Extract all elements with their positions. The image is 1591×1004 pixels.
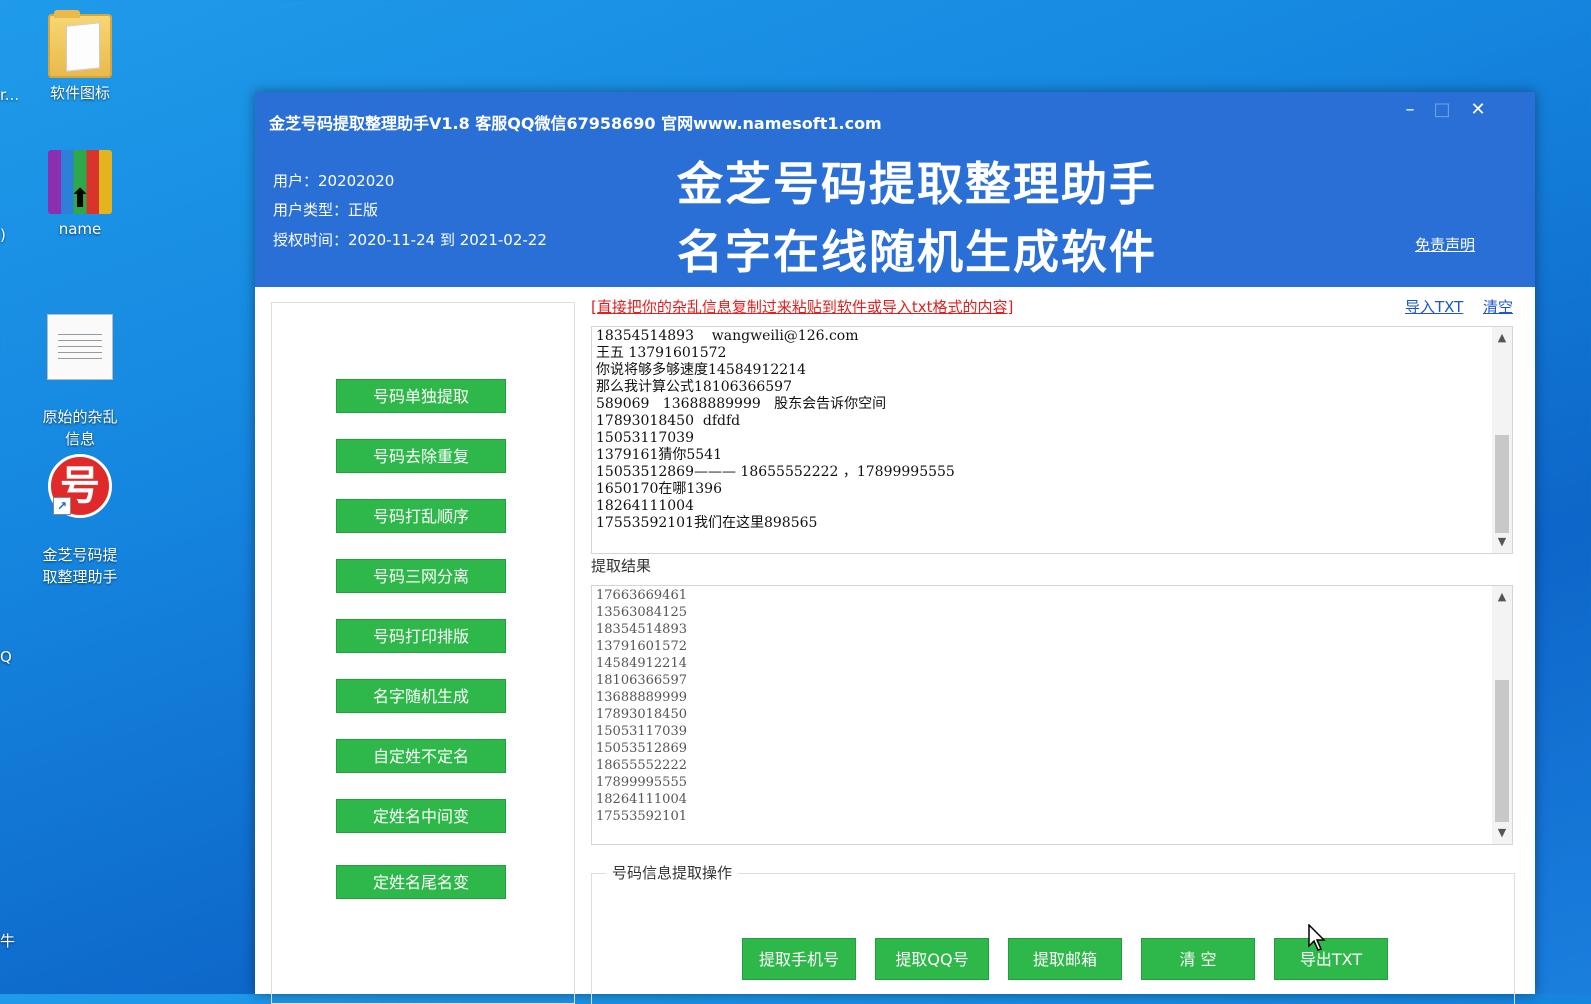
text-line: 15053512869——— 18655552222 ，17899995555 — [596, 464, 955, 480]
app-logo-icon: 号 ↗ — [48, 454, 112, 518]
archive-icon — [48, 150, 112, 214]
input-hint: [直接把你的杂乱信息复制过来粘贴到软件或导入txt格式的内容] — [591, 298, 1014, 316]
app-window: 金芝号码提取整理助手V1.8 客服QQ微信67958690 官网www.name… — [255, 92, 1535, 1004]
shortcut-arrow-icon: ↗ — [53, 497, 71, 515]
text-line: 17553592101 — [596, 809, 687, 824]
desktop-edge-label: ) — [0, 226, 6, 244]
minimize-button[interactable]: – — [1396, 98, 1424, 122]
disclaimer-link[interactable]: 免责声明 — [1415, 234, 1475, 255]
close-button[interactable]: ✕ — [1464, 98, 1492, 122]
clear-button[interactable]: 清 空 — [1141, 938, 1255, 980]
window-header: 金芝号码提取整理助手V1.8 客服QQ微信67958690 官网www.name… — [255, 92, 1535, 287]
desktop-icon-label: name — [58, 220, 102, 238]
desktop-icon-app-shortcut[interactable]: 号 ↗ 金芝号码提 取整理助手 — [30, 432, 130, 610]
text-line: 那么我计算公式18106366597 — [596, 379, 792, 395]
random-name-button[interactable]: 名字随机生成 — [336, 679, 506, 713]
shuffle-numbers-button[interactable]: 号码打乱顺序 — [336, 499, 506, 533]
desktop-edge-label: r... — [0, 86, 20, 104]
text-line: 18354514893 — [596, 622, 687, 637]
maximize-button[interactable]: □ — [1428, 98, 1456, 122]
text-line: 13688889999 — [596, 690, 687, 705]
scroll-down-icon[interactable]: ▼ — [1492, 533, 1512, 551]
headline-secondary: 名字在线随机生成软件 — [677, 225, 1157, 279]
text-line: 18264111004 — [596, 498, 694, 514]
text-line: 17553592101我们在这里898565 — [596, 515, 818, 531]
text-file-icon — [47, 314, 113, 380]
result-scrollbar[interactable]: ▲ ▼ — [1492, 586, 1512, 844]
fixed-name-last-button[interactable]: 定姓名尾名变 — [336, 865, 506, 899]
result-label: 提取结果 — [591, 557, 652, 575]
text-line: 13791601572 — [596, 639, 687, 654]
import-txt-link[interactable]: 导入TXT — [1405, 296, 1463, 317]
text-line: 18354514893 wangweili@126.com — [596, 328, 859, 344]
raw-input-textarea[interactable]: 18354514893 wangweili@126.com 王五 13791601… — [591, 326, 1513, 554]
text-line: 14584912214 — [596, 656, 687, 671]
dedupe-numbers-button[interactable]: 号码去除重复 — [336, 439, 506, 473]
fixed-name-middle-button[interactable]: 定姓名中间变 — [336, 799, 506, 833]
user-id: 用户：20202020 — [273, 172, 395, 190]
text-line: 15053117039 — [596, 724, 687, 739]
text-line: 1379161猜你5541 — [596, 447, 722, 463]
scroll-thumb[interactable] — [1495, 680, 1509, 822]
print-layout-button[interactable]: 号码打印排版 — [336, 619, 506, 653]
split-carriers-button[interactable]: 号码三网分离 — [336, 559, 506, 593]
headline-primary: 金芝号码提取整理助手 — [677, 157, 1157, 211]
scroll-thumb[interactable] — [1495, 435, 1509, 533]
scroll-up-icon[interactable]: ▲ — [1492, 329, 1512, 347]
text-line: 17663669461 — [596, 588, 687, 603]
license-period: 授权时间：2020-11-24 到 2021-02-22 — [273, 231, 547, 249]
text-line: 17893018450 dfdfd — [596, 413, 741, 429]
extract-mobile-button[interactable]: 提取手机号 — [742, 938, 856, 980]
desktop-edge-label: 牛 — [0, 932, 16, 950]
desktop-icon-label: 金芝号码提 取整理助手 — [42, 546, 118, 586]
desktop-icon-software-icons[interactable]: 软件图标 — [30, 10, 130, 104]
clear-input-link[interactable]: 清空 — [1483, 296, 1513, 317]
text-line: 1650170在哪1396 — [596, 481, 722, 497]
desktop-icon-name-archive[interactable]: name — [30, 150, 130, 240]
text-line: 18264111004 — [596, 792, 687, 807]
export-txt-button[interactable]: 导出TXT — [1274, 938, 1388, 980]
text-line: 589069 13688889999 股东会告诉你空间 — [596, 396, 887, 412]
extract-qq-button[interactable]: 提取QQ号 — [875, 938, 989, 980]
text-line: 15053117039 — [596, 430, 694, 446]
result-lines: 17663669461 13563084125 18354514893 1379160… — [592, 586, 1512, 826]
window-title: 金芝号码提取整理助手V1.8 客服QQ微信67958690 官网www.name… — [269, 114, 882, 133]
extract-numbers-button[interactable]: 号码单独提取 — [336, 379, 506, 413]
text-line: 15053512869 — [596, 741, 687, 756]
folder-icon — [48, 10, 112, 78]
function-menu-panel: 号码单独提取 号码去除重复 号码打乱顺序 号码三网分离 号码打印排版 名字随机生… — [271, 302, 575, 1004]
text-line: 王五 13791601572 — [596, 345, 727, 361]
text-line: 18106366597 — [596, 673, 687, 688]
text-line: 18655552222 — [596, 758, 687, 773]
extract-email-button[interactable]: 提取邮箱 — [1008, 938, 1122, 980]
desktop-icon-label: 软件图标 — [49, 84, 110, 102]
input-scrollbar[interactable]: ▲ ▼ — [1492, 327, 1512, 553]
text-line: 17893018450 — [596, 707, 687, 722]
user-type: 用户类型：正版 — [273, 201, 379, 219]
result-textarea[interactable]: 17663669461 13563084125 18354514893 1379160… — [591, 585, 1513, 845]
scroll-up-icon[interactable]: ▲ — [1492, 588, 1512, 606]
text-line: 13563084125 — [596, 605, 687, 620]
text-line: 你说将够多够速度14584912214 — [596, 362, 806, 378]
desktop-edge-label: Q — [0, 648, 12, 666]
text-line: 17899995555 — [596, 775, 687, 790]
group-title: 号码信息提取操作 — [606, 862, 739, 883]
scroll-down-icon[interactable]: ▼ — [1492, 824, 1512, 842]
raw-input-lines: 18354514893 wangweili@126.com 王五 13791601… — [592, 327, 1512, 533]
custom-surname-button[interactable]: 自定姓不定名 — [336, 739, 506, 773]
